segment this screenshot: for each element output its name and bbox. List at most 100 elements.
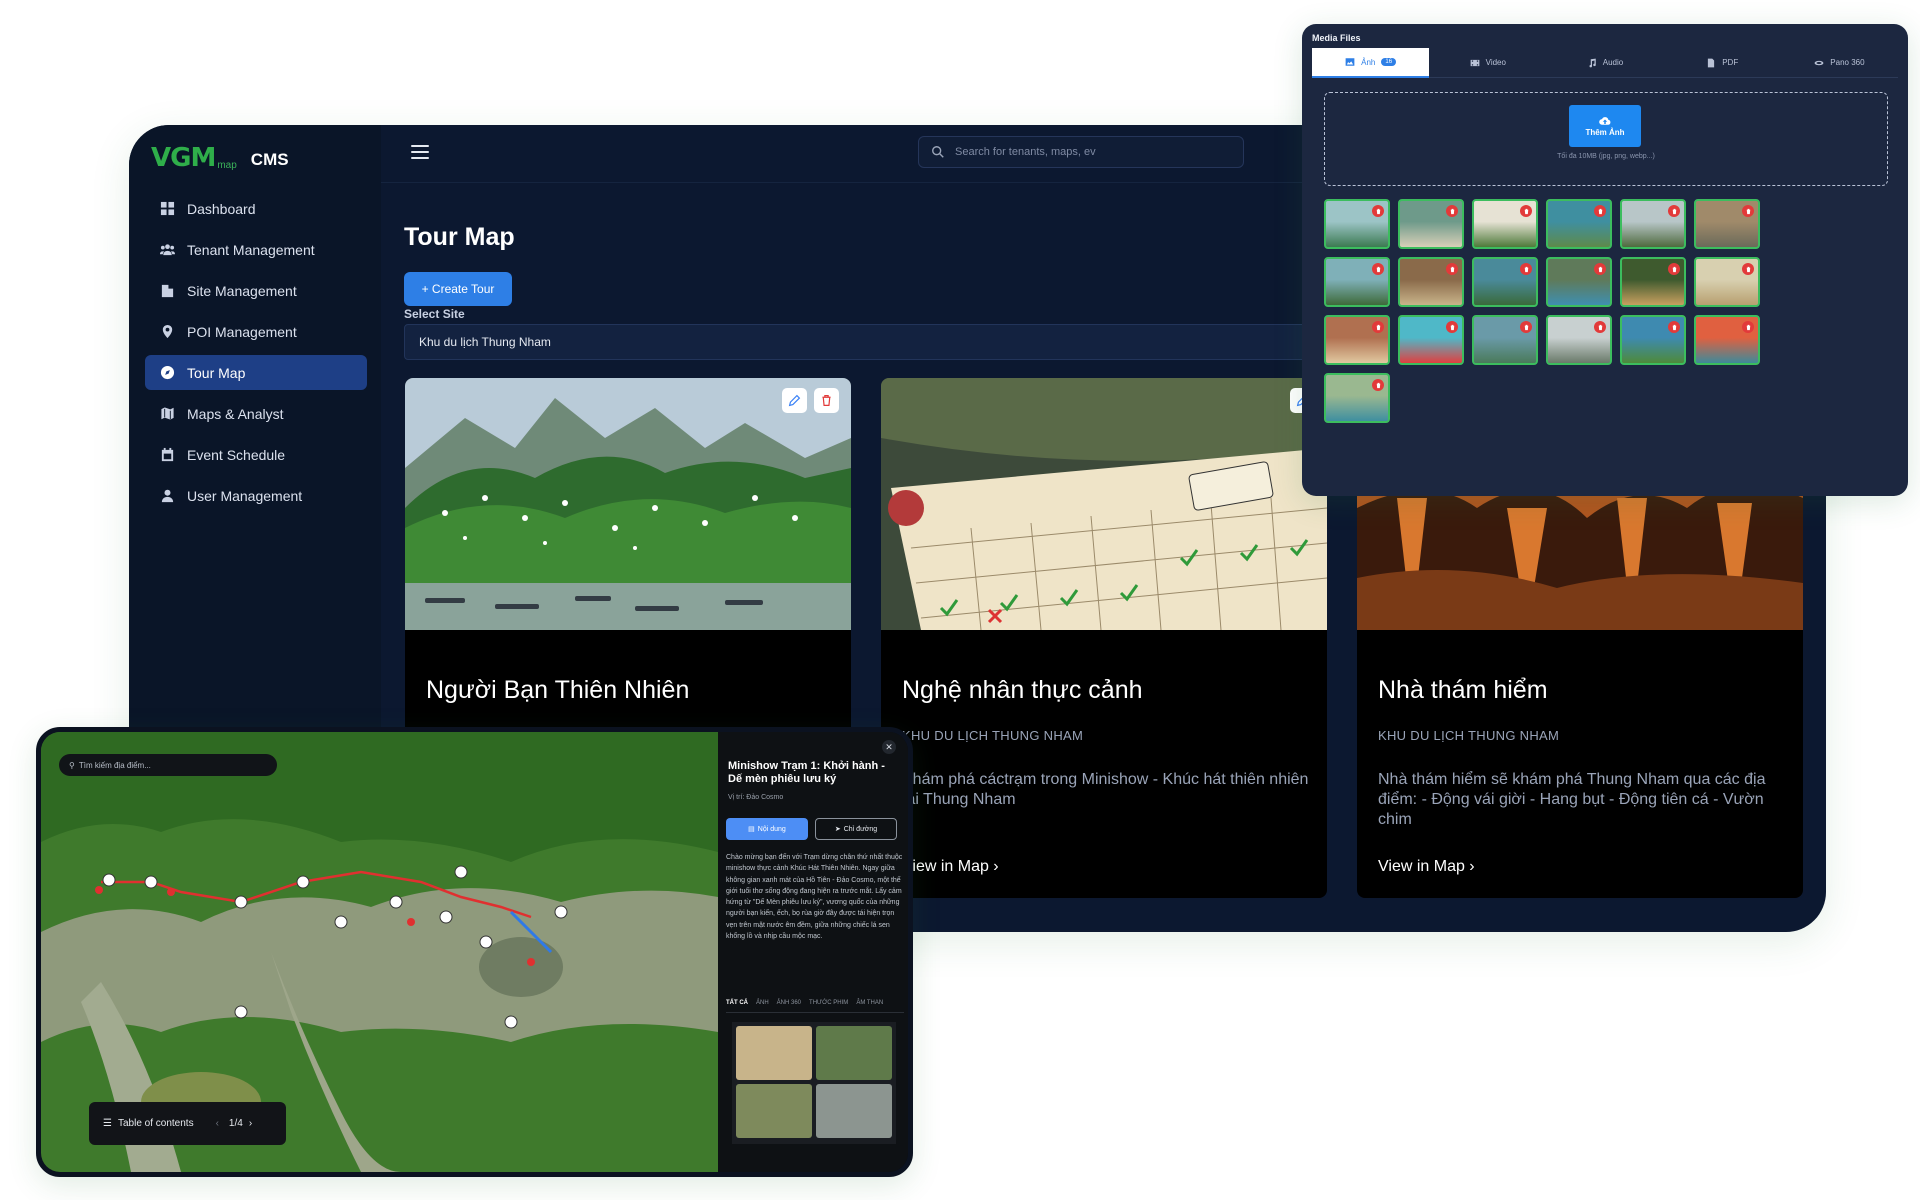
app-logo[interactable]: VGM map CMS <box>151 143 289 173</box>
view-in-map-link[interactable]: View in Map › <box>902 858 999 876</box>
document-icon: ▤ <box>748 826 755 833</box>
image-thumbnail[interactable] <box>1324 257 1390 307</box>
delete-image-button[interactable] <box>1742 205 1754 217</box>
delete-image-button[interactable] <box>1594 263 1606 275</box>
delete-image-button[interactable] <box>1668 205 1680 217</box>
sidebar-item-tour-map[interactable]: Tour Map <box>145 355 367 390</box>
sidebar-item-site-management[interactable]: Site Management <box>145 273 367 308</box>
delete-image-button[interactable] <box>1372 205 1384 217</box>
tab-films[interactable]: THƯỚC PHIM <box>809 1000 848 1006</box>
sidebar-item-user-management[interactable]: User Management <box>145 478 367 513</box>
image-icon <box>1345 58 1355 66</box>
image-thumbnail[interactable] <box>1694 257 1760 307</box>
image-thumbnail[interactable] <box>1694 315 1760 365</box>
view-in-map-link[interactable]: View in Map › <box>1378 858 1475 876</box>
image-thumbnail[interactable] <box>1546 315 1612 365</box>
image-thumbnail[interactable] <box>1620 315 1686 365</box>
tour-card-title: Người Bạn Thiên Nhiên <box>426 676 690 704</box>
close-icon[interactable]: ✕ <box>882 740 896 754</box>
tab-images[interactable]: Ảnh 16 <box>1312 48 1430 78</box>
delete-image-button[interactable] <box>1446 205 1458 217</box>
image-thumbnail[interactable] <box>1472 257 1538 307</box>
delete-image-button[interactable] <box>1520 205 1532 217</box>
sidebar-item-event-schedule[interactable]: Event Schedule <box>145 437 367 472</box>
tab-photos-360[interactable]: ẢNH 360 <box>777 1000 801 1006</box>
gallery-thumbnail[interactable] <box>816 1084 892 1138</box>
tab-pdf[interactable]: PDF <box>1663 48 1781 78</box>
music-icon <box>1589 58 1596 67</box>
global-search-input[interactable]: Search for tenants, maps, ev <box>918 136 1244 168</box>
tour-card-site: KHU DU LỊCH THUNG NHAM <box>1378 728 1560 743</box>
image-thumbnail[interactable] <box>1472 315 1538 365</box>
delete-image-button[interactable] <box>1520 321 1532 333</box>
navigation-icon: ➤ <box>834 826 841 833</box>
trash-icon <box>1597 266 1603 272</box>
image-thumbnail[interactable] <box>1546 257 1612 307</box>
image-thumbnail[interactable] <box>1324 315 1390 365</box>
image-thumbnail[interactable] <box>1324 373 1390 423</box>
sidebar-item-maps-analyst[interactable]: Maps & Analyst <box>145 396 367 431</box>
delete-image-button[interactable] <box>1742 321 1754 333</box>
next-page-icon[interactable]: › <box>249 1118 252 1129</box>
image-thumbnail[interactable] <box>1398 257 1464 307</box>
tab-all[interactable]: TẤT CẢ <box>726 1000 748 1006</box>
sidebar-item-poi-management[interactable]: POI Management <box>145 314 367 349</box>
menu-icon[interactable] <box>411 145 429 159</box>
map-search-input[interactable]: ⚲ Tìm kiếm địa điểm... <box>59 754 277 776</box>
delete-image-button[interactable] <box>1594 205 1606 217</box>
tab-photos[interactable]: ẢNH <box>756 1000 769 1006</box>
create-tour-button[interactable]: + Create Tour <box>404 272 512 306</box>
content-button-label: Nội dung <box>757 825 786 833</box>
sidebar-item-dashboard[interactable]: Dashboard <box>145 191 367 226</box>
image-thumbnail[interactable] <box>1620 199 1686 249</box>
add-image-button[interactable]: Thêm Ảnh <box>1569 105 1641 147</box>
delete-image-button[interactable] <box>1594 321 1606 333</box>
image-thumbnail[interactable] <box>1546 199 1612 249</box>
sidebar-item-tenant-management[interactable]: Tenant Management <box>145 232 367 267</box>
delete-image-button[interactable] <box>1372 321 1384 333</box>
table-of-contents-bar[interactable]: ☰ Table of contents ‹ 1/4 › <box>89 1102 286 1145</box>
trash-icon <box>1745 208 1751 214</box>
film-icon <box>1470 59 1480 66</box>
delete-image-button[interactable] <box>1372 263 1384 275</box>
delete-image-button[interactable] <box>1520 263 1532 275</box>
trash-icon <box>1375 266 1381 272</box>
image-thumbnail[interactable] <box>1398 199 1464 249</box>
edit-button[interactable] <box>782 388 807 413</box>
tab-audio[interactable]: ÂM THAN <box>856 1000 883 1006</box>
gallery-thumbnail[interactable] <box>736 1084 812 1138</box>
sidebar-item-label: Site Management <box>187 282 297 299</box>
map-icon <box>159 406 175 422</box>
delete-image-button[interactable] <box>1446 263 1458 275</box>
sidebar-item-label: User Management <box>187 487 303 504</box>
image-thumbnail[interactable] <box>1324 199 1390 249</box>
gallery-thumbnail[interactable] <box>816 1026 892 1080</box>
tab-video[interactable]: Video <box>1429 48 1547 78</box>
content-button[interactable]: ▤ Nội dung <box>726 818 808 840</box>
tab-audio[interactable]: Audio <box>1546 48 1664 78</box>
delete-image-button[interactable] <box>1742 263 1754 275</box>
image-thumbnail[interactable] <box>1620 257 1686 307</box>
prev-page-icon[interactable]: ‹ <box>216 1118 219 1129</box>
tour-card[interactable]: Nghệ nhân thực cảnh KHU DU LỊCH THUNG NH… <box>881 378 1327 898</box>
delete-image-button[interactable] <box>1668 321 1680 333</box>
directions-button-label: Chỉ đường <box>843 825 878 833</box>
compass-icon <box>159 365 175 381</box>
delete-button[interactable] <box>814 388 839 413</box>
image-thumbnail[interactable] <box>1398 315 1464 365</box>
directions-button[interactable]: ➤ Chỉ đường <box>815 818 897 840</box>
cloud-upload-icon <box>1599 116 1611 125</box>
image-thumbnail[interactable] <box>1694 199 1760 249</box>
delete-image-button[interactable] <box>1668 263 1680 275</box>
tab-pano-360[interactable]: Pano 360 <box>1780 48 1899 78</box>
delete-image-button[interactable] <box>1372 379 1384 391</box>
sidebar-item-label: Tenant Management <box>187 241 315 258</box>
gallery-thumbnail[interactable] <box>736 1026 812 1080</box>
poi-title: Minishow Trạm 1: Khởi hành - Dế mèn phiê… <box>728 760 885 785</box>
delete-image-button[interactable] <box>1446 321 1458 333</box>
trash-icon <box>1671 208 1677 214</box>
poi-description: Chào mừng bạn đến với Trạm dừng chân thứ… <box>726 854 903 941</box>
upload-dropzone[interactable]: Thêm Ảnh Tối đa 10MB (jpg, png, webp...) <box>1324 92 1888 186</box>
image-thumbnail[interactable] <box>1472 199 1538 249</box>
trash-icon <box>1449 208 1455 214</box>
